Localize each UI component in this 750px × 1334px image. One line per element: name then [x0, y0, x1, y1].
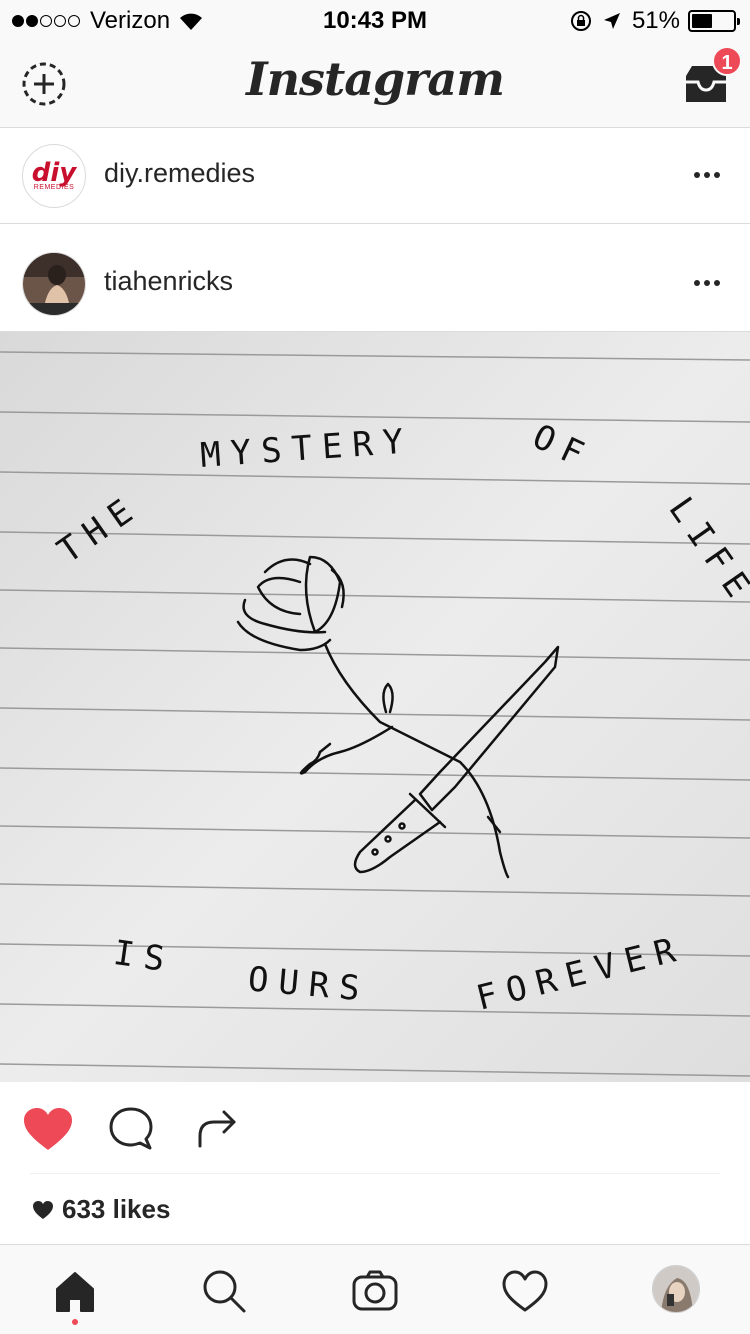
- tab-bar: [0, 1244, 750, 1334]
- activity-icon[interactable]: [501, 1267, 549, 1315]
- post-image[interactable]: MYSTERY THE OF LIFE IS OURS FOREVER: [0, 332, 750, 1082]
- app-header: Instagram 1: [0, 40, 750, 128]
- post-header: tiahenricks: [0, 236, 750, 332]
- search-icon[interactable]: [200, 1267, 248, 1315]
- rotation-lock-icon: [570, 11, 591, 31]
- likes-count[interactable]: 633 likes: [32, 1194, 170, 1225]
- more-options-icon[interactable]: [690, 280, 720, 286]
- battery-percent: 51%: [631, 7, 680, 34]
- battery-icon: [688, 10, 740, 32]
- avatar-logo-text: diy: [31, 157, 77, 188]
- avatar[interactable]: [22, 252, 86, 316]
- heart-filled-icon[interactable]: [22, 1106, 74, 1152]
- comment-icon[interactable]: [108, 1106, 154, 1152]
- inbox-badge: 1: [712, 46, 742, 76]
- heart-small-icon: [33, 1200, 53, 1219]
- location-arrow-icon: [603, 13, 620, 29]
- post-header: diy REMEDIES diy.remedies: [0, 128, 750, 224]
- post-actions: [0, 1082, 750, 1174]
- share-icon[interactable]: [196, 1106, 240, 1150]
- avatar[interactable]: diy REMEDIES: [22, 144, 86, 208]
- username-link[interactable]: diy.remedies: [104, 158, 255, 189]
- more-options-icon[interactable]: [690, 172, 720, 178]
- instagram-logo: Instagram: [246, 52, 505, 106]
- active-tab-indicator: [72, 1319, 78, 1325]
- home-icon[interactable]: [51, 1267, 99, 1315]
- likes-label: 633 likes: [62, 1194, 171, 1224]
- username-link[interactable]: tiahenricks: [104, 266, 233, 297]
- camera-icon[interactable]: [351, 1267, 399, 1315]
- profile-icon[interactable]: [652, 1265, 700, 1313]
- divider: [30, 1173, 720, 1174]
- status-bar: Verizon 10:43 PM 51%: [0, 0, 750, 40]
- handwritten-is: IS: [111, 933, 177, 981]
- avatar-logo-subtext: REMEDIES: [33, 183, 75, 191]
